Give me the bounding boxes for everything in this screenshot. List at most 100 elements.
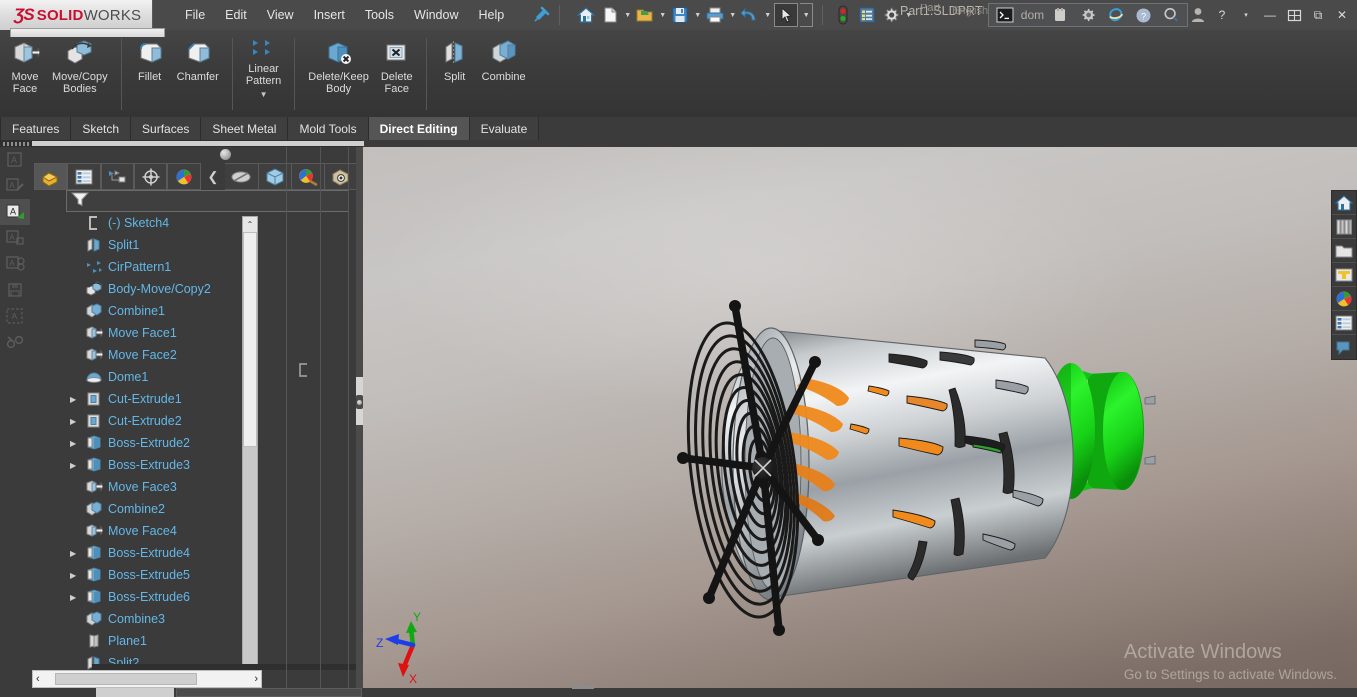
print-icon[interactable] — [704, 4, 726, 26]
menu-view[interactable]: View — [257, 4, 304, 26]
chevron-down-icon[interactable]: ▼ — [693, 4, 702, 26]
panel-top-scroll[interactable] — [32, 141, 364, 146]
feature-tree-tab[interactable] — [34, 163, 68, 190]
expand-arrow[interactable]: ▶ — [70, 439, 84, 448]
help-question-icon[interactable]: ? — [1131, 5, 1155, 25]
display-manager-tab[interactable] — [167, 163, 201, 190]
user-account-icon[interactable] — [1187, 4, 1209, 26]
tab-features[interactable]: Features — [0, 117, 72, 140]
expand-arrow[interactable]: ▶ — [70, 549, 84, 558]
menu-insert[interactable]: Insert — [304, 4, 355, 26]
panel-drag-grip[interactable] — [3, 142, 29, 146]
menu-help[interactable]: Help — [469, 4, 515, 26]
linear-pattern-button[interactable]: Linear Pattern ▼ — [240, 36, 287, 112]
gear-settings-icon[interactable] — [1076, 5, 1100, 25]
command-prompt-icon[interactable] — [993, 5, 1017, 25]
minimize-button[interactable]: — — [1259, 4, 1281, 26]
close-button[interactable]: ✕ — [1331, 4, 1353, 26]
panel-resize-dot[interactable] — [220, 149, 231, 160]
tab-mold-tools[interactable]: Mold Tools — [288, 117, 369, 140]
design-library-icon[interactable] — [1332, 215, 1356, 239]
tab-sheet-metal[interactable]: Sheet Metal — [201, 117, 289, 140]
expand-arrow[interactable]: ▶ — [70, 571, 84, 580]
annotation-icon[interactable]: A — [0, 147, 30, 173]
move-face-button[interactable]: Move Face — [4, 36, 46, 112]
feature-tree-horizontal-scrollbar[interactable]: ‹ › — [32, 670, 262, 688]
tab-evaluate[interactable]: Evaluate — [469, 117, 540, 140]
chevron-down-icon[interactable]: ▼ — [623, 4, 632, 26]
home-icon[interactable] — [575, 4, 597, 26]
tab-surfaces[interactable]: Surfaces — [131, 117, 202, 140]
property-manager-tab[interactable] — [67, 163, 101, 190]
tab-direct-editing[interactable]: Direct Editing — [368, 117, 470, 140]
view-palette-icon[interactable] — [1332, 263, 1356, 287]
scroll-up-button[interactable]: ⌃ — [243, 217, 257, 232]
splitter-knob[interactable] — [356, 395, 363, 409]
annotation-edit-icon[interactable]: A — [0, 173, 30, 199]
menu-file[interactable]: File — [175, 4, 215, 26]
expand-arrow[interactable]: ▶ — [70, 593, 84, 602]
hide-show-icon[interactable] — [225, 163, 259, 190]
design-library-home-icon[interactable] — [1332, 191, 1356, 215]
move-copy-bodies-button[interactable]: Move/Copy Bodies — [46, 36, 114, 112]
fillet-button[interactable]: Fillet — [129, 36, 171, 112]
combine-button[interactable]: Combine — [476, 36, 532, 112]
menu-edit[interactable]: Edit — [215, 4, 257, 26]
collapse-tree-button[interactable]: ❮ — [201, 163, 226, 190]
delete-keep-body-button[interactable]: Delete/Keep Body — [302, 36, 375, 112]
feature-tree-filter[interactable] — [66, 190, 349, 212]
tab-sketch[interactable]: Sketch — [71, 117, 132, 140]
dimxpert-manager-tab[interactable] — [133, 163, 168, 190]
chevron-down-icon[interactable]: ▾ — [1235, 4, 1257, 26]
chevron-down-icon[interactable]: ▼ — [728, 4, 737, 26]
annotation-save-icon[interactable] — [0, 277, 30, 303]
pin-icon[interactable] — [530, 4, 552, 26]
options-list-icon[interactable] — [856, 4, 878, 26]
annotation-frame-icon[interactable]: A — [0, 303, 30, 329]
hscroll-thumb[interactable] — [55, 673, 197, 685]
new-document-icon[interactable] — [599, 4, 621, 26]
chevron-down-icon[interactable]: ▼ — [800, 3, 814, 27]
annotation-add-icon[interactable]: A — [0, 225, 30, 251]
hscroll-right-button[interactable]: › — [254, 673, 258, 685]
select-arrow-icon[interactable] — [774, 3, 799, 27]
chevron-down-icon[interactable]: ▼ — [763, 4, 772, 26]
gear-settings-icon[interactable] — [880, 4, 902, 26]
feature-tree-vertical-scrollbar[interactable]: ⌃ ⌄ — [242, 216, 258, 680]
expand-arrow[interactable]: ▶ — [70, 395, 84, 404]
restore-button[interactable] — [1283, 4, 1305, 26]
expand-arrow[interactable]: ▶ — [70, 461, 84, 470]
undo-icon[interactable] — [739, 4, 761, 26]
file-explorer-icon[interactable] — [1332, 239, 1356, 263]
configuration-manager-tab[interactable] — [100, 163, 134, 190]
scroll-thumb[interactable] — [243, 232, 257, 447]
internet-explorer-icon[interactable] — [1104, 5, 1128, 25]
expand-arrow[interactable]: ▶ — [70, 417, 84, 426]
model-view[interactable] — [363, 147, 1357, 697]
chamfer-button[interactable]: Chamfer — [171, 36, 225, 112]
annotation-balloon-icon[interactable]: A — [0, 251, 30, 277]
custom-properties-icon[interactable] — [1332, 311, 1356, 335]
appearances-scenes-icon[interactable] — [1332, 287, 1356, 311]
flyout-panel-icon[interactable] — [1332, 335, 1356, 359]
menu-tools[interactable]: Tools — [355, 4, 404, 26]
hscroll-left-button[interactable]: ‹ — [36, 673, 40, 685]
view-orientation-icon[interactable] — [324, 163, 358, 190]
open-folder-icon[interactable] — [634, 4, 656, 26]
delete-face-button[interactable]: Delete Face — [375, 36, 419, 112]
search-magnifier-icon[interactable] — [1159, 5, 1183, 25]
split-button[interactable]: Split — [434, 36, 476, 112]
restore-down-button[interactable]: ⧉ — [1307, 4, 1329, 26]
save-icon[interactable] — [669, 4, 691, 26]
chevron-down-icon[interactable]: ▼ — [260, 89, 268, 101]
panel-splitter[interactable] — [356, 147, 363, 697]
help-question-icon[interactable]: ? — [1211, 4, 1233, 26]
annotation-insert-icon[interactable]: A — [0, 199, 30, 225]
chevron-down-icon[interactable]: ▼ — [658, 4, 667, 26]
annotation-tools-icon[interactable] — [0, 329, 30, 355]
menu-window[interactable]: Window — [404, 4, 468, 26]
graphics-area[interactable]: ▼ ▼ ▼ ▼ — [363, 147, 1357, 697]
status-tab-handle[interactable] — [572, 685, 594, 689]
rebuild-icon[interactable] — [832, 4, 854, 26]
app-tile-icon[interactable] — [1048, 5, 1072, 25]
